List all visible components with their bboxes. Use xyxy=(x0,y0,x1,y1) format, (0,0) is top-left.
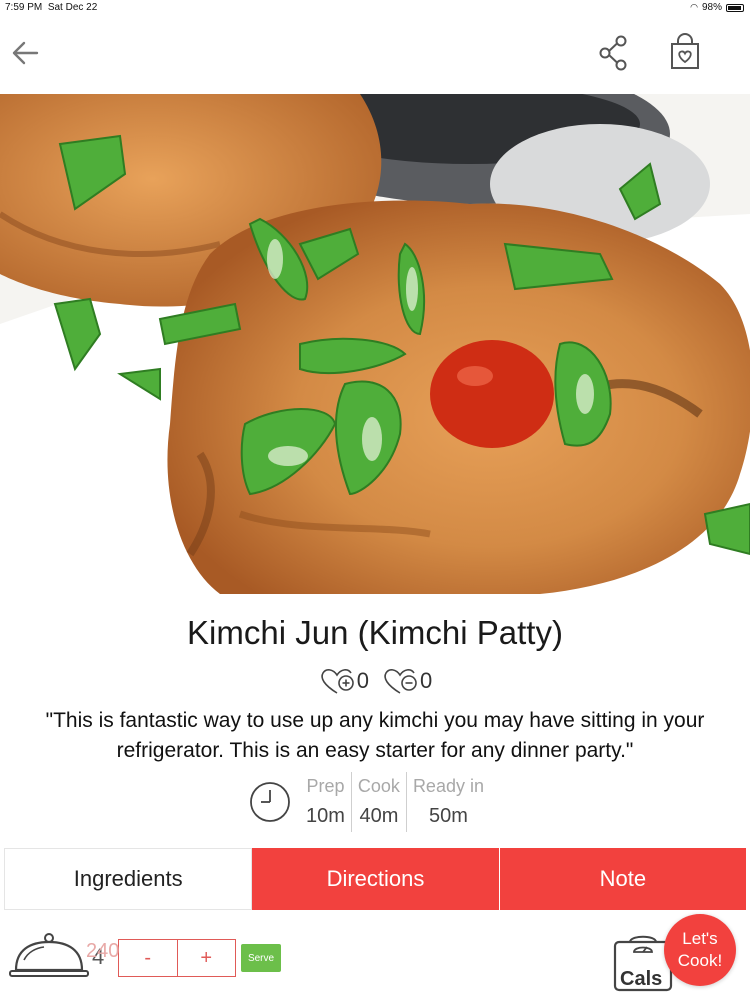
heart-minus-icon xyxy=(384,669,417,694)
nav-bar xyxy=(0,16,750,94)
battery-percent: 98% xyxy=(701,2,722,13)
tab-note[interactable]: Note xyxy=(498,848,746,910)
prep-time-label: Prep xyxy=(306,776,345,796)
increase-servings-button[interactable]: + xyxy=(176,940,236,976)
kimchi-pancake-image xyxy=(0,94,750,594)
shopping-bag-heart-icon xyxy=(671,33,699,69)
dislike-button[interactable]: 0 xyxy=(381,666,432,696)
recipe-description: "This is fantastic way to use up any kim… xyxy=(45,709,705,762)
battery-icon xyxy=(726,3,744,12)
recipe-title: Kimchi Jun (Kimchi Patty) xyxy=(187,614,563,651)
heart-plus-icon xyxy=(321,669,354,694)
calories-value: 240 xyxy=(86,940,120,962)
cook-time: Cook 40m xyxy=(350,772,406,832)
like-count: 0 xyxy=(356,668,369,693)
cook-time-value: 40m xyxy=(359,805,399,827)
prep-time-value: 10m xyxy=(306,805,345,827)
tab-ingredients[interactable]: Ingredients xyxy=(4,848,253,910)
lets-cook-label: Let's Cook! xyxy=(678,928,722,972)
recipe-photo xyxy=(0,94,750,594)
shopping-list-button[interactable] xyxy=(666,32,704,72)
like-button[interactable]: 0 xyxy=(318,666,369,696)
calories-label: Cals xyxy=(620,968,663,990)
ready-time: Ready in 50m xyxy=(405,772,490,832)
prep-time: Prep 10m xyxy=(300,772,351,832)
status-bar: 7:59 PM Sat Dec 22 ◠ 98% xyxy=(0,0,750,16)
lets-cook-button[interactable]: Let's Cook! xyxy=(664,914,736,986)
share-button[interactable] xyxy=(596,34,632,72)
status-time-date: 7:59 PM Sat Dec 22 xyxy=(5,2,97,13)
cloche-icon xyxy=(9,933,89,977)
share-icon xyxy=(599,35,627,71)
status-time: 7:59 PM xyxy=(5,2,43,13)
vote-bar: 0 0 xyxy=(0,666,750,696)
lets-cook-line2: Cook! xyxy=(677,951,723,970)
tab-directions[interactable]: Directions xyxy=(252,848,499,910)
decrease-servings-button[interactable]: - xyxy=(119,940,177,976)
servings-stepper: - + xyxy=(118,939,236,977)
serve-button[interactable]: Serve xyxy=(241,944,281,972)
cook-time-label: Cook xyxy=(357,776,400,796)
status-date: Sat Dec 22 xyxy=(47,2,98,13)
back-arrow-icon xyxy=(12,41,39,65)
lets-cook-line1: Let's xyxy=(682,929,718,948)
servings-bar: 4 - + Serve Cals 240 Let's Cook! xyxy=(0,914,750,1000)
back-button[interactable] xyxy=(8,36,42,70)
recipe-times: Prep 10m Cook 40m Ready in 50m xyxy=(248,772,490,832)
status-indicators: ◠ 98% xyxy=(690,2,744,13)
wifi-icon: ◠ xyxy=(690,2,698,12)
clock-icon xyxy=(248,772,292,832)
ready-time-label: Ready in xyxy=(412,776,484,796)
recipe-tabs: Ingredients Directions Note xyxy=(4,848,746,910)
ready-time-value: 50m xyxy=(429,805,468,827)
dislike-count: 0 xyxy=(420,668,433,693)
